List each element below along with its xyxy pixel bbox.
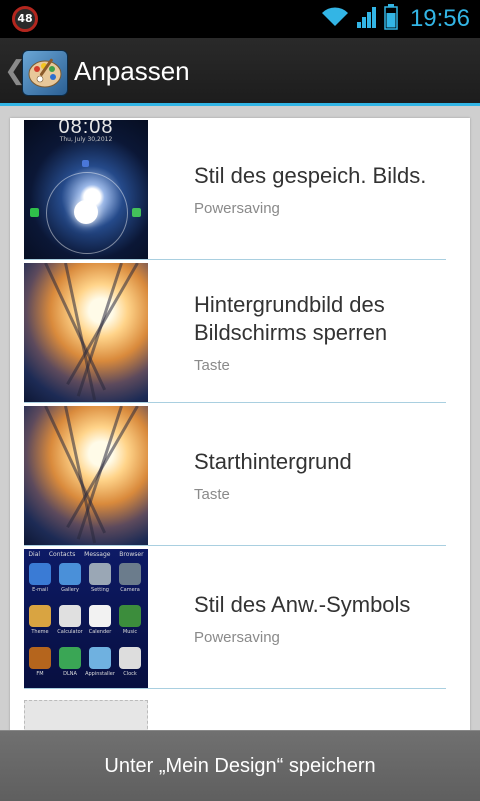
app-grid-icon [29,647,51,669]
app-grid-icon [89,647,111,669]
list-item-partial-thumbnail [24,700,148,730]
settings-list-container[interactable]: 08:08 Thu, July 30,2012 Stil des gespeic… [0,106,480,730]
app-grid-label: Clock [123,671,137,677]
app-grid-icon [119,647,141,669]
app-shortcut-icon [132,208,141,217]
unlock-handle [74,200,98,224]
list-divider [24,259,446,260]
app-grid-icon [89,605,111,627]
list-divider [24,545,446,546]
app-grid-icon [29,563,51,585]
list-divider [24,402,446,403]
lockscreen-wallpaper-thumbnail [24,263,148,403]
list-item-text: Stil des gespeich. Bilds. Powersaving [194,118,444,260]
list-item-title: Stil des Anw.-Symbols [194,591,411,617]
list-item-lockscreen-style[interactable]: 08:08 Thu, July 30,2012 Stil des gespeic… [24,118,446,260]
palette-icon[interactable] [22,50,68,96]
app-icon-style-thumbnail: Dial Contacts Message Browser E-mail Gall… [24,549,148,689]
app-grid-label: Music [122,629,138,635]
notification-badge[interactable]: 48 [12,6,38,32]
list-item-text: Starthintergrund Taste [194,404,444,546]
dock-label: Dial [28,551,41,558]
app-grid-label: Appinstaller [85,671,115,677]
app-grid-icon [119,605,141,627]
dock-labels: Dial Contacts Message Browser [24,551,148,558]
save-to-my-design-button[interactable]: Unter „Mein Design“ speichern [0,730,480,801]
settings-card: 08:08 Thu, July 30,2012 Stil des gespeic… [10,118,470,730]
status-bar: 48 19:56 [0,0,480,38]
save-button-label: Unter „Mein Design“ speichern [104,754,376,777]
app-grid-label: Theme [31,629,49,635]
app-grid-icon [59,563,81,585]
lockscreen-style-thumbnail: 08:08 Thu, July 30,2012 [24,120,148,260]
app-grid-label: DLNA [63,671,77,677]
page-title: Anpassen [74,56,190,86]
list-item-title: Starthintergrund [194,448,352,474]
status-icons: 19:56 [320,4,470,34]
list-item-text: Hintergrundbild des Bildschirms sperren … [194,261,444,403]
status-clock: 19:56 [409,5,470,32]
top-shortcut-icon [82,160,89,167]
dock-label: Message [84,551,111,558]
battery-icon [384,4,398,34]
dock-label: Browser [119,551,144,558]
app-grid-icon [89,563,111,585]
app-grid-icon [29,605,51,627]
list-item-subtitle: Taste [194,356,230,374]
action-bar: ❮ Anpassen [0,38,480,106]
app-grid-label: Setting [91,587,109,593]
list-item-subtitle: Taste [194,485,230,503]
list-item-lockscreen-wallpaper[interactable]: Hintergrundbild des Bildschirms sperren … [24,261,446,403]
app-grid-label: FM [36,671,44,677]
list-item-app-icon-style[interactable]: Dial Contacts Message Browser E-mail Gall… [24,547,446,689]
app-grid-icon [59,605,81,627]
list-item-title: Hintergrundbild des Bildschirms sperren [194,291,388,345]
dock-label: Contacts [48,551,76,558]
list-item-subtitle: Powersaving [194,628,280,646]
app-grid-label: E-mail [32,587,48,593]
signal-icon [356,5,378,33]
list-item-text: Stil des Anw.-Symbols Powersaving [194,547,444,689]
app-grid-icon [119,563,141,585]
lock-preview-date: Thu, July 30,2012 [59,136,113,143]
wifi-icon [320,6,350,32]
list-divider [24,688,446,689]
list-item-home-wallpaper[interactable]: Starthintergrund Taste [24,404,446,546]
app-grid-label: Calender [88,629,112,635]
app-grid-label: Gallery [61,587,79,593]
app-grid-icon [59,647,81,669]
list-item-subtitle: Powersaving [194,199,280,217]
list-item-title: Stil des gespeich. Bilds. [194,162,427,188]
camera-shortcut-icon [30,208,39,217]
app-grid-label: Camera [120,587,140,593]
home-wallpaper-thumbnail [24,406,148,546]
app-grid-label: Calculator [57,629,83,635]
